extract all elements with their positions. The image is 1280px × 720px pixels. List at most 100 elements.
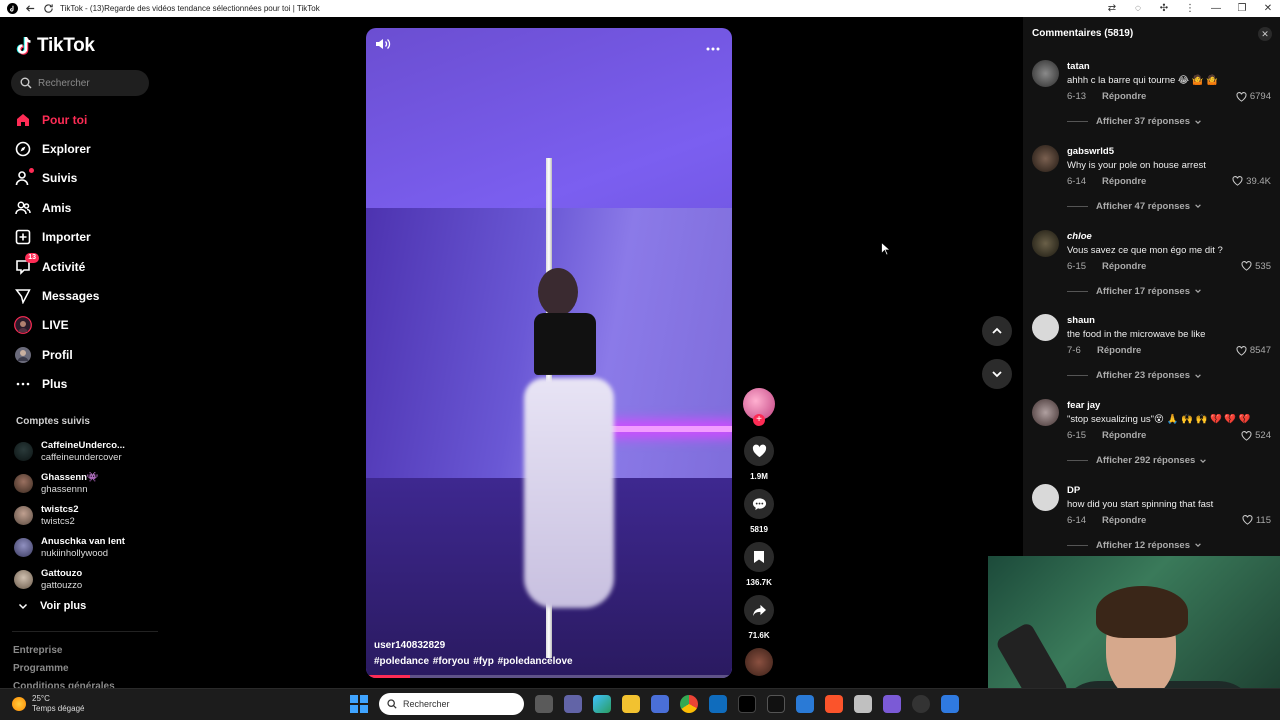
view-replies-button[interactable]: Afficher 47 réponses [1096,201,1202,212]
sound-disc-icon[interactable] [745,648,773,676]
capcut-icon[interactable] [767,695,785,713]
tiktok-app-icon[interactable] [738,695,756,713]
view-replies-button[interactable]: Afficher 23 réponses [1096,370,1202,381]
nav-item-importer[interactable]: Importer [14,223,160,252]
reply-button[interactable]: Répondre [1097,345,1141,356]
store-icon[interactable] [651,695,669,713]
avatar[interactable] [1032,314,1059,342]
comment-username[interactable]: DP [1067,485,1080,496]
minimize-button[interactable]: — [1210,3,1222,15]
teams-icon[interactable] [564,695,582,713]
obs-icon[interactable] [912,695,930,713]
task-view-icon[interactable] [535,695,553,713]
volume-icon[interactable] [375,37,391,56]
close-comments-button[interactable]: ✕ [1258,27,1272,41]
see-more-button[interactable]: Voir plus [18,600,86,612]
following-item[interactable]: twistcs2 twistcs2 [14,499,160,531]
comment-username[interactable]: gabswrld5 [1067,146,1114,157]
avatar[interactable] [1032,60,1059,87]
nav-item-explorer[interactable]: Explorer [14,134,160,163]
like-action[interactable]: 1.9M [741,436,777,481]
comment-like[interactable]: 39.4K [1232,176,1271,187]
nav-item-amis[interactable]: Amis [14,193,160,222]
avatar[interactable] [1032,229,1059,257]
media-app-icon[interactable] [854,695,872,713]
comment-username[interactable]: chloe [1067,231,1092,242]
close-window-button[interactable]: ✕ [1262,3,1274,15]
mouse-cursor-icon [881,242,890,256]
translate-icon[interactable]: ⇄ [1106,3,1118,15]
search-input[interactable]: Rechercher [11,70,149,96]
nav-item-live[interactable]: LIVE [14,311,160,340]
following-item[interactable]: Gattouzo gattouzzo [14,563,160,595]
reply-button[interactable]: Répondre [1102,91,1146,102]
view-replies-button[interactable]: Afficher 292 réponses [1096,455,1207,466]
reply-button[interactable]: Répondre [1102,176,1146,187]
follow-plus-icon[interactable]: + [753,414,765,426]
save-action[interactable]: 136.7K [741,542,777,587]
comment-username[interactable]: shaun [1067,315,1095,326]
view-replies-button[interactable]: Afficher 37 réponses [1096,116,1202,127]
footer-link-programme[interactable]: Programme [13,660,115,678]
replies-divider [1067,460,1088,462]
taskbar-search-input[interactable]: Rechercher [379,693,524,715]
heart-icon[interactable] [744,436,774,466]
creator-avatar[interactable]: + [743,388,775,426]
brave-icon[interactable] [825,695,843,713]
view-replies-button[interactable]: Afficher 12 réponses [1096,540,1202,551]
reply-button[interactable]: Répondre [1102,430,1146,441]
video-player[interactable]: user140832829 #poledance #foryou #fyp #p… [366,28,732,678]
comment-like[interactable]: 6794 [1236,91,1271,102]
avatar[interactable] [1032,483,1059,511]
share-action[interactable]: 71.6K [741,595,777,640]
video-username[interactable]: user140832829 [374,640,445,651]
avatar[interactable] [1032,399,1059,427]
comment-username[interactable]: fear jay [1067,400,1100,411]
comment-like[interactable]: 115 [1242,515,1271,526]
video-progress-bar[interactable] [366,675,732,678]
restore-button[interactable]: ❐ [1236,3,1248,15]
file-explorer-icon[interactable] [622,695,640,713]
nav-item-activite[interactable]: 13 Activité [14,252,160,281]
bookmark-icon[interactable] [744,542,774,572]
share-icon[interactable] [744,595,774,625]
nav-item-plus[interactable]: Plus [14,370,160,399]
avatar[interactable] [1032,144,1059,172]
nav-item-profil[interactable]: Profil [14,340,160,369]
following-item[interactable]: CaffeineUnderco... caffeineundercover [14,435,160,467]
video-hashtags[interactable]: #poledance #foryou #fyp #poledancelove [374,656,573,667]
nav-item-pour-toi[interactable]: Pour toi [14,105,160,134]
chrome-icon[interactable] [680,695,698,713]
more-options-icon[interactable] [706,38,720,56]
windows-start-icon[interactable] [350,695,368,713]
edge-icon[interactable] [593,695,611,713]
comment-like[interactable]: 524 [1241,430,1271,441]
footer-link-entreprise[interactable]: Entreprise [13,642,115,660]
nav-item-messages[interactable]: Messages [14,281,160,310]
comment-like[interactable]: 535 [1241,261,1271,272]
comment-username[interactable]: tatan [1067,61,1090,72]
view-replies-button[interactable]: Afficher 17 réponses [1096,286,1202,297]
tracking-icon[interactable]: ◌ [1132,3,1144,15]
tiktok-logo[interactable]: TikTok [16,35,95,57]
snipping-tool-icon[interactable] [883,695,901,713]
nav-item-suivis[interactable]: Suivis [14,164,160,193]
comment-icon[interactable] [744,489,774,519]
save-count: 136.7K [746,578,772,587]
following-item[interactable]: Ghassenn👾 ghassennn [14,467,160,499]
menu-dots-icon[interactable]: ⋮ [1184,3,1196,15]
following-item[interactable]: Anuschka van lent nukiinhollywood [14,531,160,563]
back-icon[interactable] [24,3,36,15]
vscode-icon[interactable] [796,695,814,713]
reply-button[interactable]: Répondre [1102,515,1146,526]
previous-video-button[interactable] [982,316,1012,346]
next-video-button[interactable] [982,359,1012,389]
security-shield-icon[interactable] [941,695,959,713]
comment-like[interactable]: 8547 [1236,345,1271,356]
reply-button[interactable]: Répondre [1102,261,1146,272]
outlook-icon[interactable] [709,695,727,713]
weather-widget[interactable]: 25°C Temps dégagé [12,694,84,714]
reload-icon[interactable] [42,3,54,15]
comment-action[interactable]: 5819 [741,489,777,534]
extensions-icon[interactable]: ✣ [1158,3,1170,15]
